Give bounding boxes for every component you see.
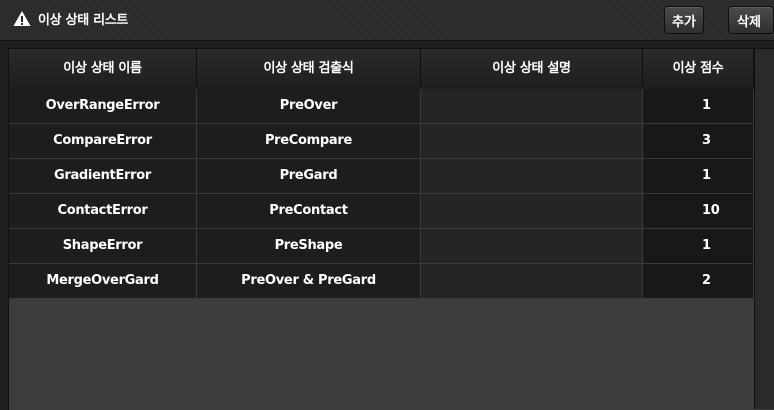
column-header-score[interactable]: 이상 점수 (643, 49, 754, 89)
vertical-scrollbar[interactable] (754, 49, 774, 409)
cell-expression[interactable]: PreGard (197, 159, 421, 193)
add-button[interactable]: 추가 (664, 6, 704, 34)
table-row[interactable]: GradientError PreGard 1 (9, 159, 754, 194)
cell-description[interactable] (421, 194, 643, 228)
cell-expression[interactable]: PreCompare (197, 124, 421, 158)
cell-expression[interactable]: PreOver (197, 89, 421, 123)
table-row[interactable]: MergeOverGard PreOver & PreGard 2 (9, 264, 754, 299)
cell-score[interactable]: 1 (643, 229, 754, 263)
cell-score[interactable]: 3 (643, 124, 754, 158)
table-row[interactable]: CompareError PreCompare 3 (9, 124, 754, 159)
cell-name[interactable]: OverRangeError (9, 89, 197, 123)
table-row[interactable]: OverRangeError PreOver 1 (9, 89, 754, 124)
column-header-expression[interactable]: 이상 상태 검출식 (197, 49, 421, 89)
cell-name[interactable]: CompareError (9, 124, 197, 158)
cell-name[interactable]: ShapeError (9, 229, 197, 263)
cell-description[interactable] (421, 124, 643, 158)
cell-expression[interactable]: PreShape (197, 229, 421, 263)
column-header-description[interactable]: 이상 상태 설명 (421, 49, 643, 89)
cell-name[interactable]: ContactError (9, 194, 197, 228)
table-row[interactable]: ContactError PreContact 10 (9, 194, 754, 229)
cell-description[interactable] (421, 229, 643, 263)
cell-score[interactable]: 10 (643, 194, 754, 228)
cell-name[interactable]: MergeOverGard (9, 264, 197, 298)
cell-expression[interactable]: PreOver & PreGard (197, 264, 421, 298)
warning-icon (13, 11, 31, 26)
table-empty-area (9, 299, 754, 409)
cell-name[interactable]: GradientError (9, 159, 197, 193)
cell-description[interactable] (421, 159, 643, 193)
delete-button[interactable]: 삭제 (728, 6, 774, 34)
anomaly-list-panel: 이상 상태 리스트 추가 삭제 이상 상태 이름 이상 상태 검출식 이상 상태… (0, 0, 774, 410)
table-row[interactable]: ShapeError PreShape 1 (9, 229, 754, 264)
table-body: OverRangeError PreOver 1 CompareError Pr… (9, 89, 754, 299)
table-header: 이상 상태 이름 이상 상태 검출식 이상 상태 설명 이상 점수 (9, 49, 774, 90)
column-header-name[interactable]: 이상 상태 이름 (9, 49, 197, 89)
cell-score[interactable]: 2 (643, 264, 754, 298)
cell-description[interactable] (421, 264, 643, 298)
cell-score[interactable]: 1 (643, 89, 754, 123)
cell-score[interactable]: 1 (643, 159, 754, 193)
cell-expression[interactable]: PreContact (197, 194, 421, 228)
anomaly-table: 이상 상태 이름 이상 상태 검출식 이상 상태 설명 이상 점수 OverRa… (8, 48, 774, 410)
cell-description[interactable] (421, 89, 643, 123)
panel-title: 이상 상태 리스트 (38, 13, 129, 28)
title-bar: 이상 상태 리스트 추가 삭제 (0, 0, 774, 41)
